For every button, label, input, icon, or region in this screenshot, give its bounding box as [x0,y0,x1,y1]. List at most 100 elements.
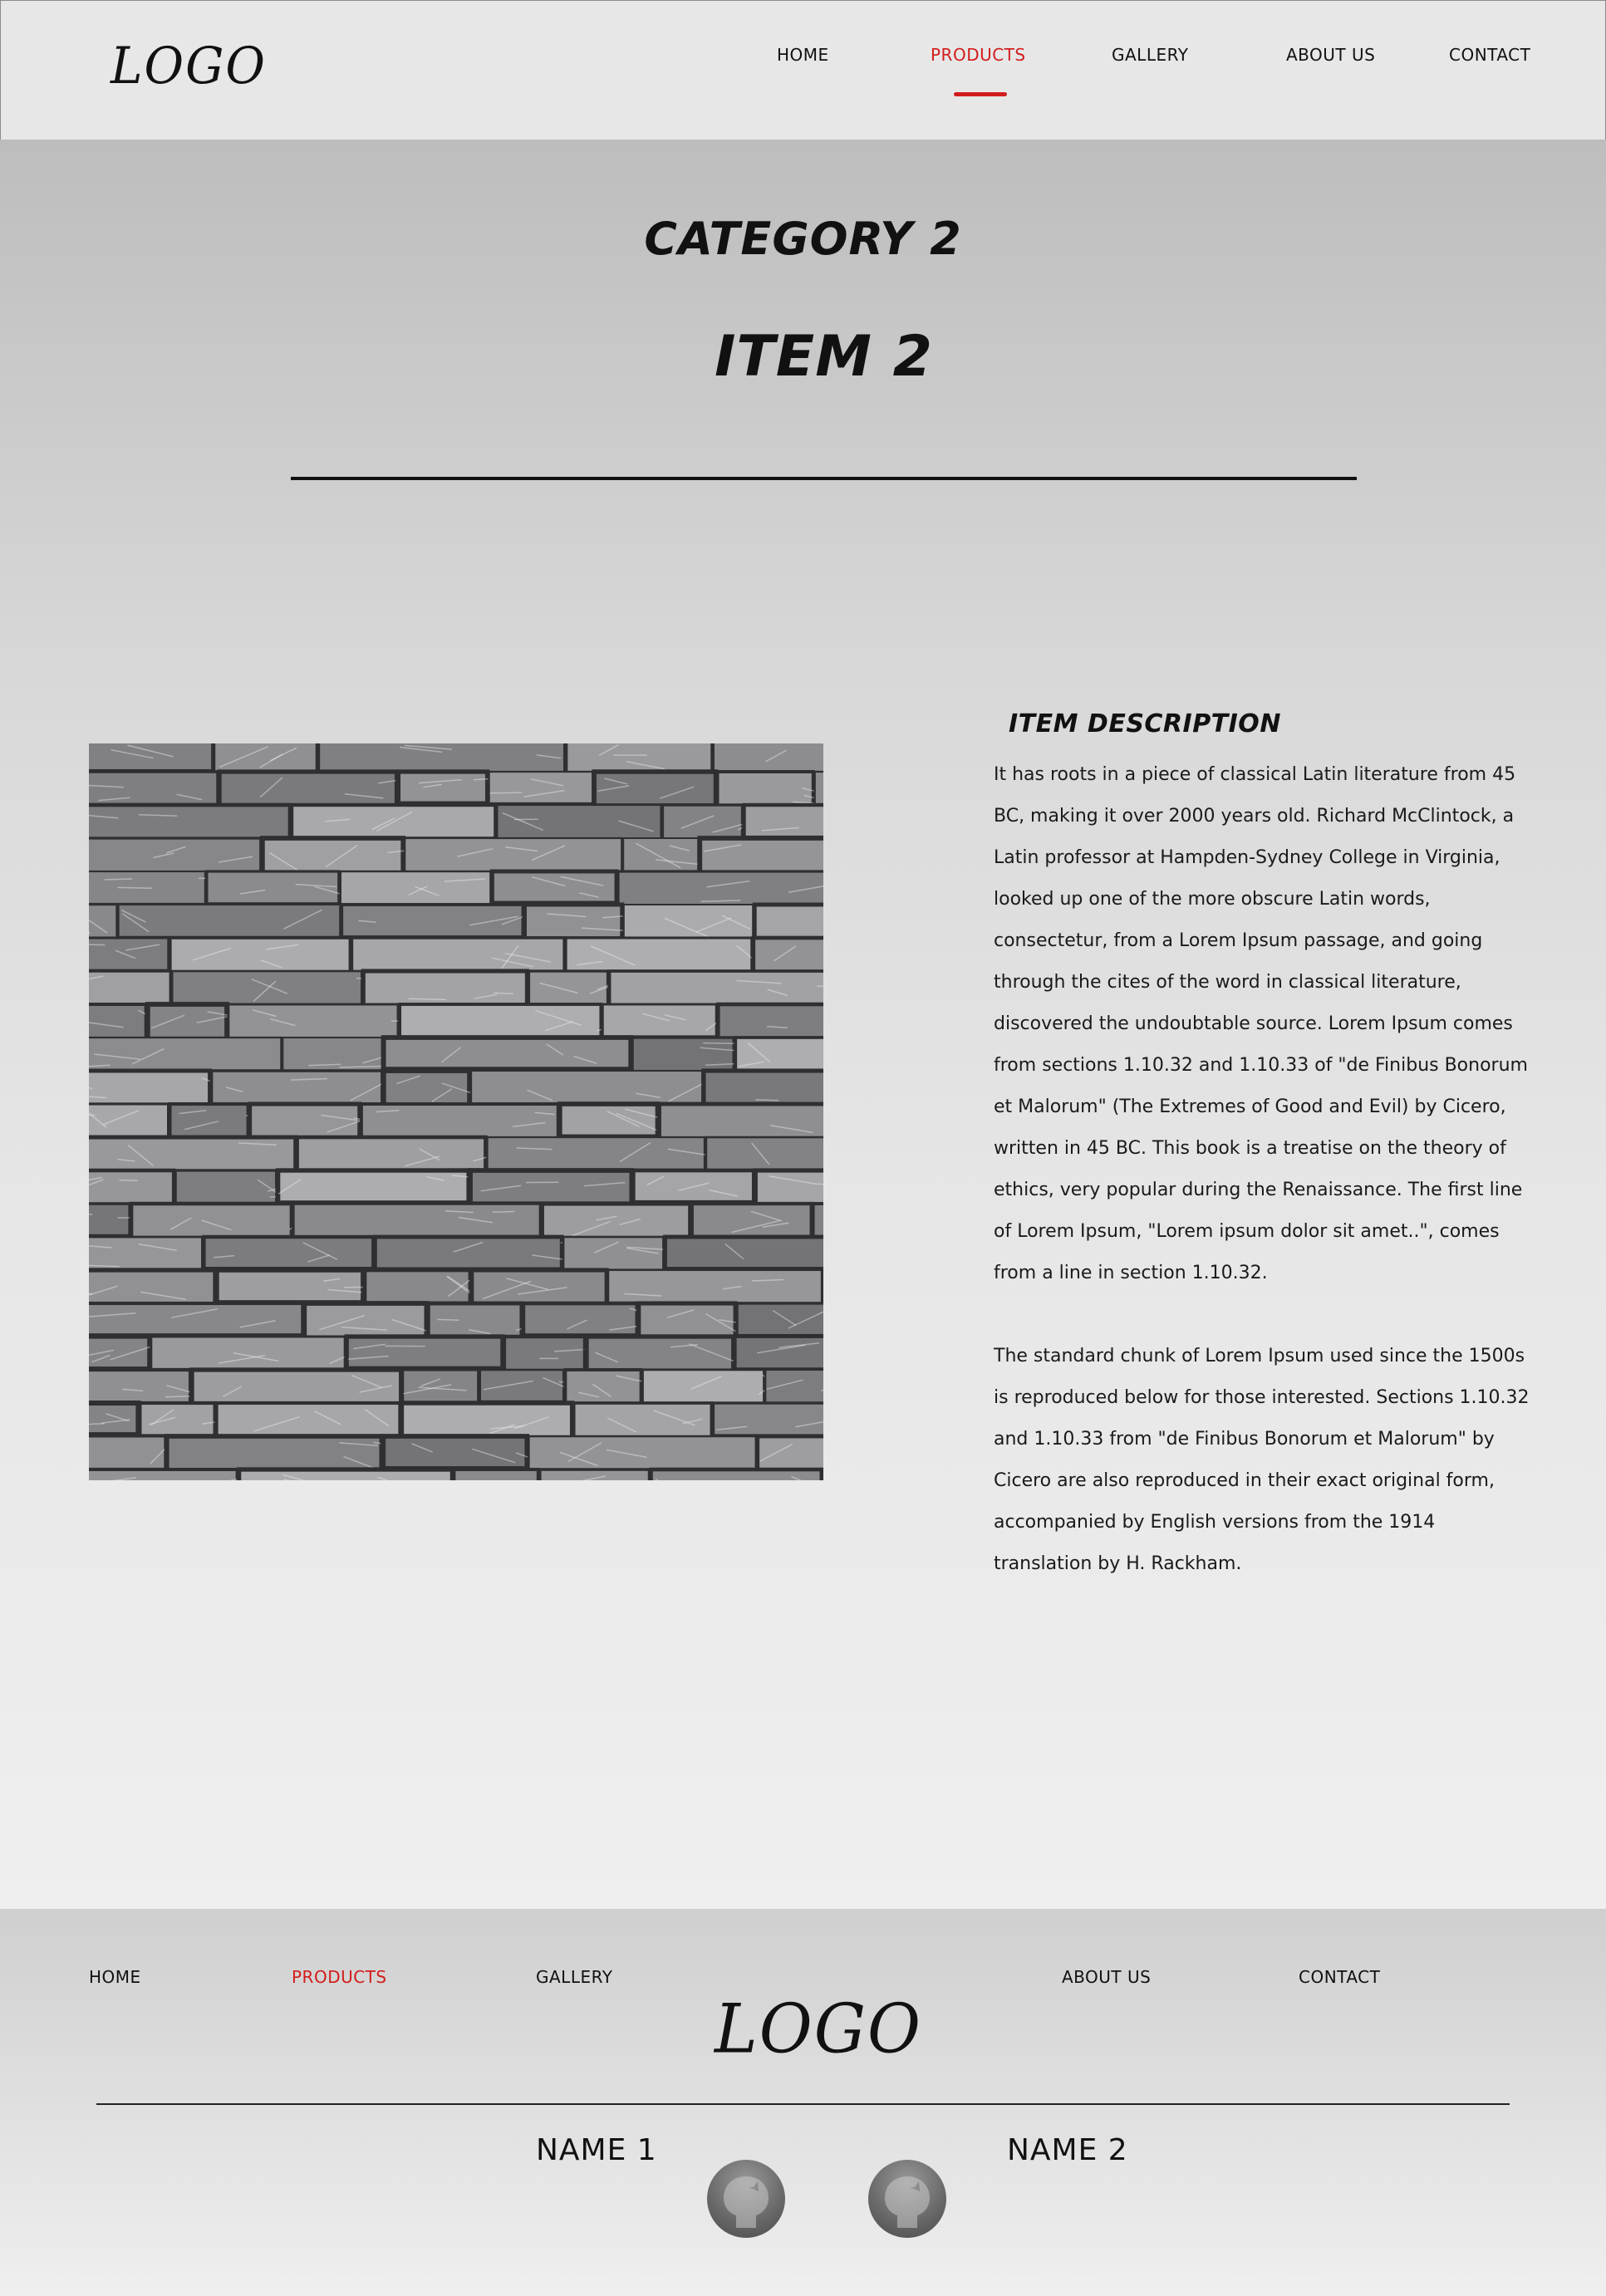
stone-block [697,836,823,877]
stone-block [381,1068,472,1111]
stone-block [607,1268,823,1304]
stone-wall-graphic [89,743,823,1480]
item-title: ITEM 2 [715,324,933,390]
stone-block [527,969,610,1007]
stone-block [89,903,118,940]
stone-block [214,1401,402,1439]
stone-block [733,1335,823,1371]
stone-block [496,803,662,840]
stone-block [502,1334,587,1374]
stone-block [89,802,292,843]
stone-block [486,1136,706,1171]
stone-block [350,936,566,976]
stone-block [145,1002,229,1042]
nav-gallery-link[interactable]: GALLERY [1112,45,1188,65]
stone-block [690,1201,813,1239]
stone-block [292,1202,543,1240]
stone-block [488,770,594,805]
stone-block [302,1301,430,1341]
stone-block [138,1401,217,1438]
footer-name-1: NAME 1 [536,2133,657,2167]
footer-nav-gallery-link[interactable]: GALLERY [536,1967,612,1987]
footer-nav-about-link[interactable]: ABOUT US [1062,1967,1151,1987]
github-icon[interactable] [707,2160,785,2238]
footer-nav-contact-link[interactable]: CONTACT [1299,1967,1380,1987]
stone-block [711,743,823,775]
stone-block [189,1367,404,1406]
stone-block [89,936,170,972]
stone-block [381,1434,530,1471]
stone-block [214,1268,366,1305]
stone-block [469,1268,609,1308]
title-divider [291,477,1357,480]
stone-block [236,1467,455,1480]
stone-block [584,1334,736,1373]
stone-block [89,1334,152,1371]
stone-block [174,1169,278,1204]
stone-texture-streak [755,1099,779,1101]
stone-block [381,1035,634,1072]
stone-wall-image [89,743,823,1480]
stone-block [89,836,263,876]
stone-texture-streak [489,792,522,794]
stone-block [715,1002,823,1042]
stone-block [755,1434,823,1475]
footer-logo[interactable]: LOGO [715,1990,922,2069]
item-description-paragraph-2: The standard chunk of Lorem Ipsum used s… [994,1346,1530,1574]
footer-divider [96,2103,1510,2105]
stone-block [404,836,623,876]
stone-texture-streak [817,985,823,987]
stone-block [572,1401,714,1440]
header-logo[interactable]: LOGO [111,36,267,95]
stone-block [489,869,619,905]
stone-block [701,1068,823,1110]
stone-block [169,936,352,977]
stone-texture-streak [437,1318,459,1322]
stone-block [641,1368,765,1405]
site-header: LOGO HOME PRODUCTS GALLERY ABOUT US CONT… [0,0,1606,140]
stone-block [452,1468,540,1480]
stone-block [711,1401,823,1437]
stone-block [395,769,490,806]
stone-block [372,1234,564,1272]
stone-block [705,1136,823,1171]
stone-block [359,1102,560,1143]
stone-block [563,1368,643,1406]
footer-nav-products-link[interactable]: PRODUCTS [292,1967,387,1987]
stone-block [117,903,341,938]
stone-block [89,1435,167,1470]
stone-texture-streak [89,944,106,946]
item-description-paragraph-1: It has roots in a piece of classical Lat… [994,764,1528,1283]
stone-block [89,1301,305,1337]
stone-block [742,802,823,840]
stone-block [657,1101,823,1142]
nav-about-link[interactable]: ABOUT US [1286,45,1375,65]
stone-block [89,1202,131,1238]
stone-block [523,902,625,941]
stone-texture-streak [117,886,153,889]
stone-block [89,1135,298,1174]
footer-nav-home-link[interactable]: HOME [89,1967,141,1987]
nav-products-link[interactable]: PRODUCTS [931,45,1026,65]
nav-contact-link[interactable]: CONTACT [1449,45,1530,65]
stone-block [89,1003,148,1041]
item-description-heading: ITEM DESCRIPTION [1009,709,1281,738]
stone-block [217,769,400,809]
stone-block [752,902,823,944]
stone-block [479,1368,565,1403]
github-icon[interactable] [868,2160,946,2238]
stone-block [89,1068,213,1107]
stone-block [89,1102,170,1138]
stone-block [275,1168,471,1205]
nav-home-link[interactable]: HOME [777,45,829,65]
active-nav-indicator [954,92,1007,96]
stone-block [89,1168,176,1209]
stone-block [344,1334,505,1371]
stone-texture-streak [104,878,132,881]
stone-block [468,1168,635,1207]
stone-block [89,1468,239,1480]
stone-block [521,1301,640,1337]
category-title: CATEGORY 2 [644,213,962,265]
stone-block [811,1202,823,1241]
stone-block [398,1003,603,1040]
